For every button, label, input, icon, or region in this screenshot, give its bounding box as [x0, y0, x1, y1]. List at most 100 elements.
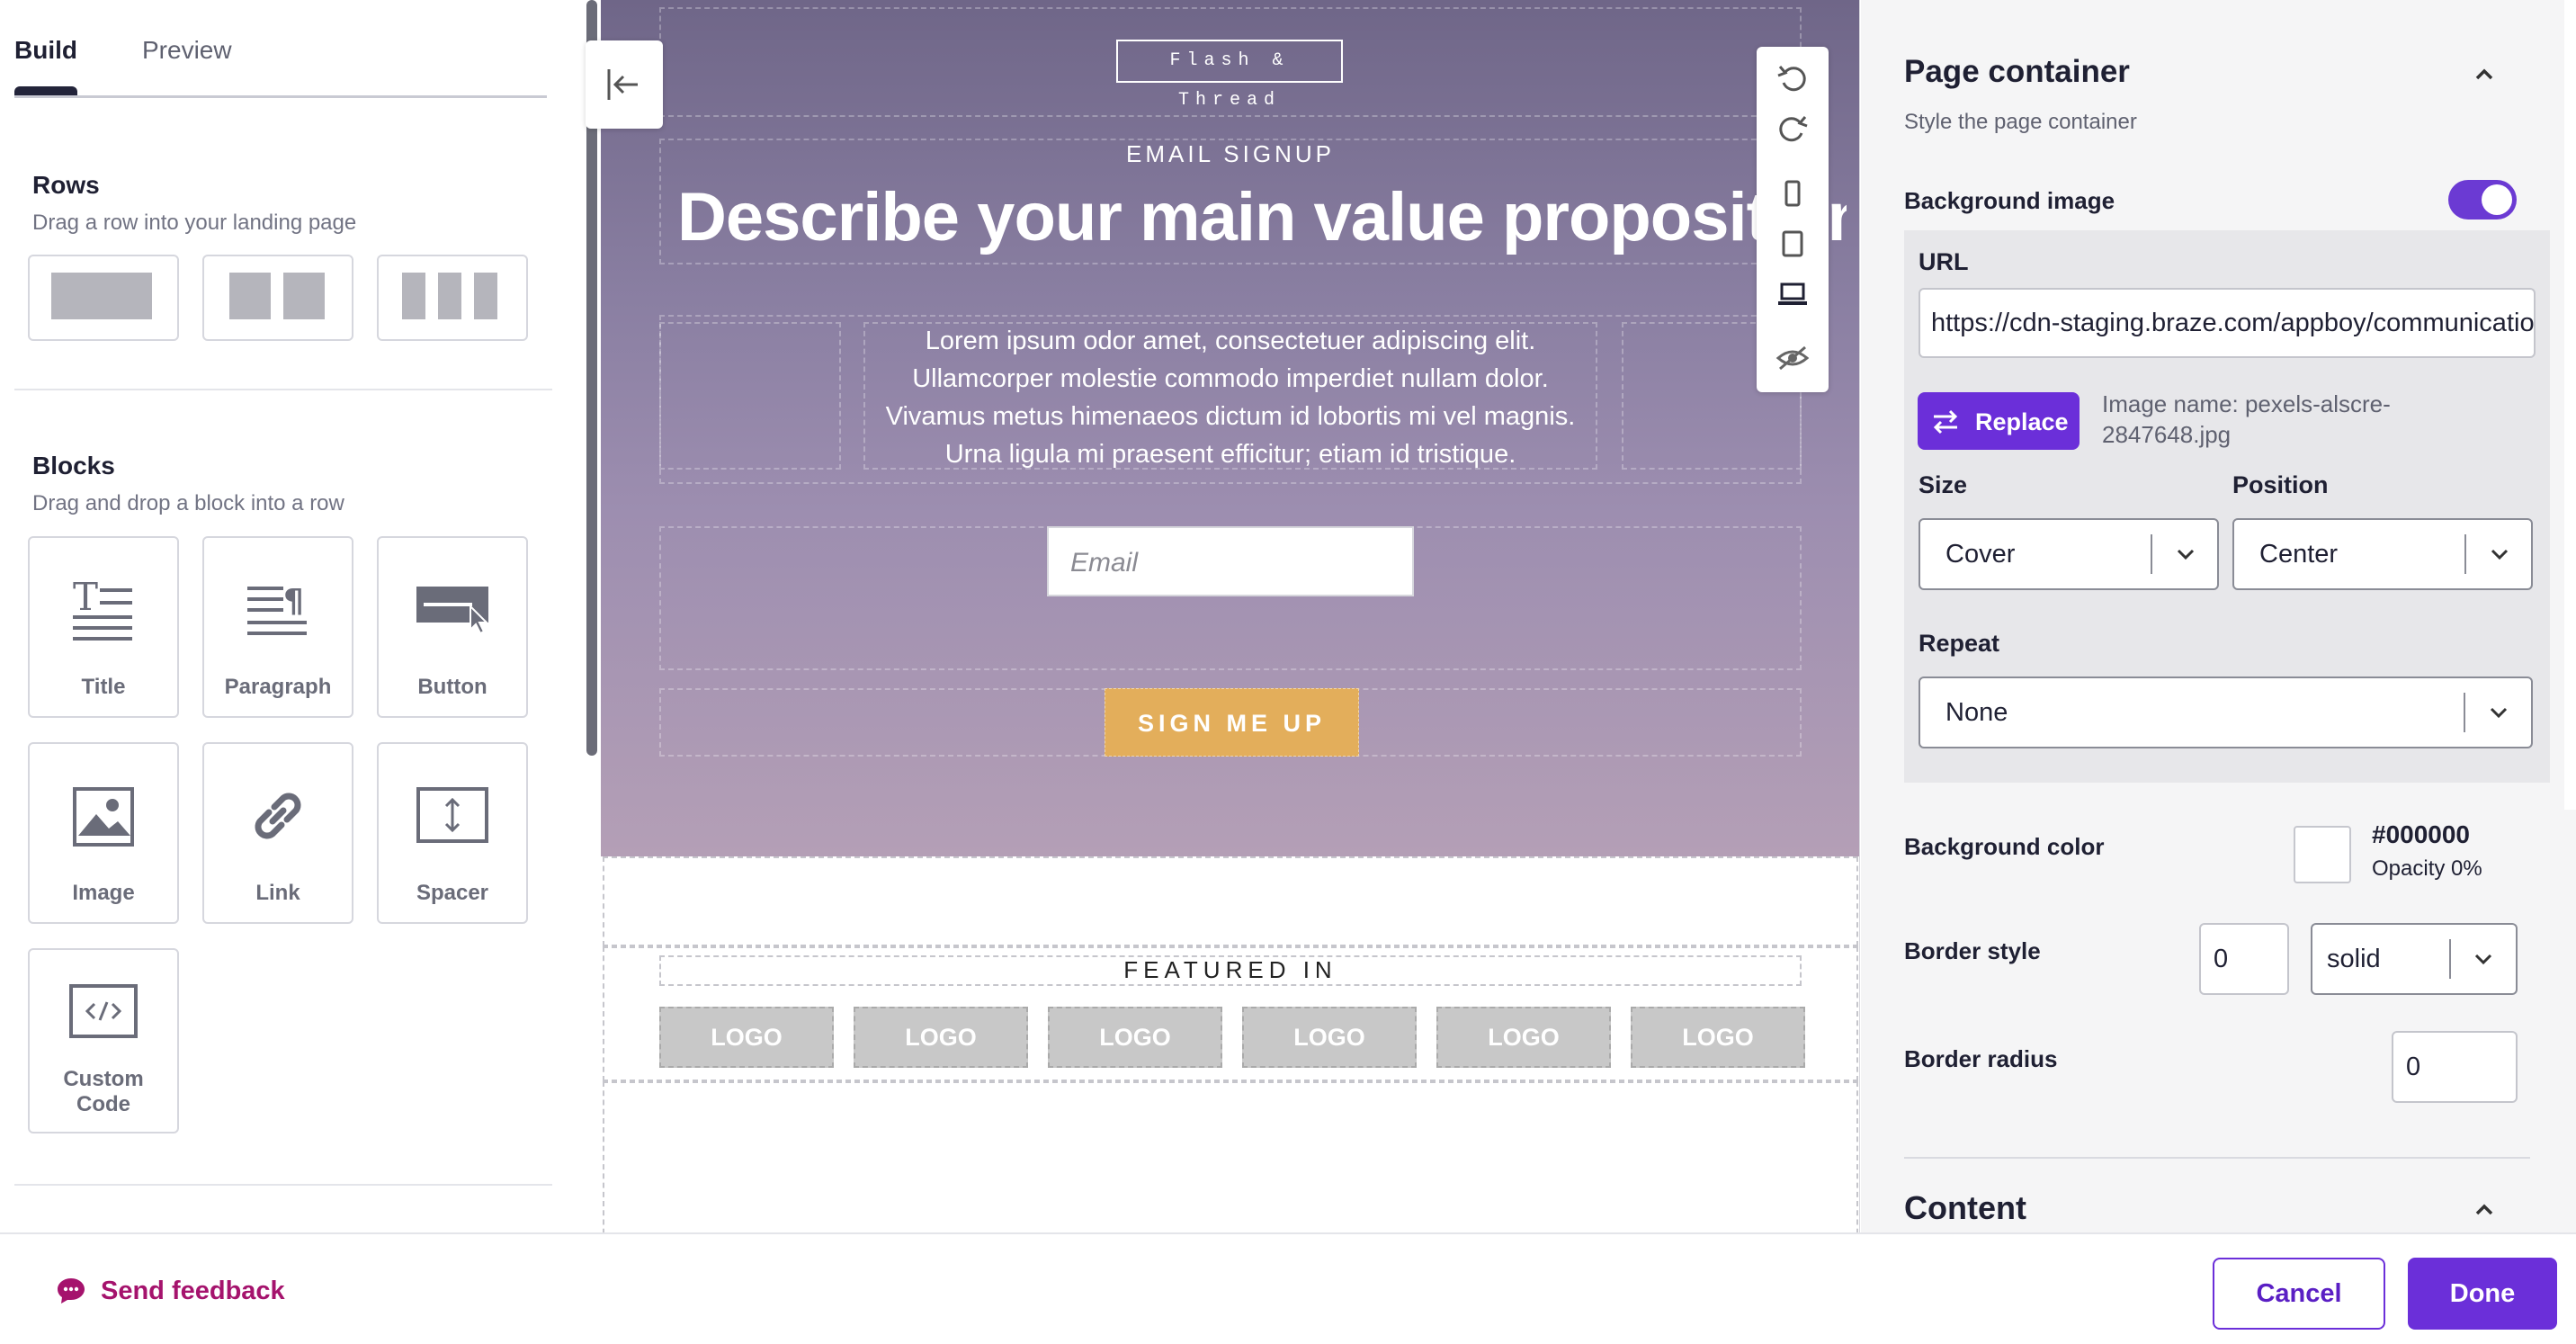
block-button[interactable]: Button [377, 536, 528, 718]
image-name: Image name: pexels-alscre-2847648.jpg [2102, 390, 2391, 448]
position-select[interactable]: Center [2232, 518, 2533, 590]
url-input[interactable]: https://cdn-staging.braze.com/appboy/com… [1919, 288, 2536, 358]
block-label: Custom Code [63, 1067, 144, 1116]
size-select[interactable]: Cover [1919, 518, 2219, 590]
repeat-value: None [1945, 697, 2008, 727]
panel-scrollbar[interactable] [2564, 0, 2576, 810]
email-placeholder: Email [1070, 548, 1139, 578]
brand-logo[interactable]: Flash & Thread [1116, 40, 1343, 111]
rows-title: Rows [32, 171, 100, 199]
block-link[interactable]: Link [202, 742, 353, 924]
title-icon: T [73, 575, 132, 641]
send-feedback-label: Send feedback [101, 1276, 285, 1305]
link-icon [255, 793, 301, 839]
border-radius-input[interactable]: 0 [2392, 1031, 2518, 1103]
send-feedback-link[interactable]: Send feedback [56, 1273, 285, 1309]
body-paragraph[interactable]: Lorem ipsum odor amet, consectetuer adip… [862, 322, 1599, 473]
logo-placeholder[interactable]: LOGO [854, 1007, 1028, 1068]
block-spacer[interactable]: Spacer [377, 742, 528, 924]
block-title[interactable]: T Title [28, 536, 179, 718]
row-two-column[interactable] [202, 255, 353, 341]
chevron-up-icon[interactable] [2469, 59, 2500, 90]
bg-color-value: #000000 [2372, 820, 2471, 848]
logo-placeholder[interactable]: LOGO [1436, 1007, 1611, 1068]
chat-bubble-icon [58, 1278, 85, 1304]
tablet-view-icon[interactable] [1771, 223, 1814, 266]
divider [14, 389, 552, 390]
blocks-title: Blocks [32, 452, 115, 479]
logo-placeholder[interactable]: LOGO [1631, 1007, 1805, 1068]
button-cursor-icon [416, 587, 488, 635]
tab-active-indicator [14, 86, 77, 95]
canvas-toolbar [1757, 47, 1829, 392]
position-label: Position [2232, 471, 2329, 498]
logo-placeholder[interactable]: LOGO [1048, 1007, 1222, 1068]
eyebrow-text[interactable]: EMAIL SIGNUP [601, 140, 1859, 168]
desktop-view-icon[interactable] [1771, 273, 1814, 317]
block-label: Title [81, 675, 126, 699]
logo-placeholder[interactable]: LOGO [1242, 1007, 1417, 1068]
mobile-view-icon[interactable] [1771, 173, 1814, 216]
tab-build[interactable]: Build [14, 36, 77, 65]
content-section-title[interactable]: Content [1904, 1189, 2026, 1227]
block-custom-code[interactable]: Custom Code [28, 948, 179, 1133]
svg-text:¶: ¶ [283, 583, 304, 620]
tab-divider [14, 95, 547, 98]
bg-image-label: Background image [1904, 187, 2115, 214]
landing-page-canvas[interactable]: Flash & Thread EMAIL SIGNUP Describe you… [601, 0, 1860, 1232]
logo-placeholder[interactable]: LOGO [659, 1007, 834, 1068]
bg-color-swatch[interactable] [2294, 826, 2351, 883]
border-style-select[interactable]: solid [2311, 923, 2518, 995]
headline[interactable]: Describe your main value proposition [677, 178, 1847, 256]
spacer-icon [416, 787, 488, 843]
select-separator [2464, 534, 2466, 574]
row-cell [283, 273, 325, 319]
block-label: Paragraph [224, 675, 332, 699]
block-image[interactable]: Image [28, 742, 179, 924]
select-separator [2464, 693, 2465, 732]
svg-text:T: T [73, 575, 98, 619]
blocks-subtitle: Drag and drop a block into a row [32, 491, 344, 515]
row-cell [438, 273, 461, 319]
border-width-value: 0 [2214, 944, 2229, 973]
left-panel: Build Preview Rows Drag a row into your … [0, 0, 585, 1232]
row-cell [402, 273, 425, 319]
hide-eye-icon[interactable] [1771, 336, 1814, 380]
sign-me-up-button[interactable]: SIGN ME UP [1105, 688, 1359, 757]
size-label: Size [1919, 471, 1968, 498]
chevron-down-icon [2154, 520, 2217, 588]
collapse-left-icon [607, 69, 638, 100]
done-button[interactable]: Done [2408, 1258, 2557, 1330]
swap-icon [1933, 409, 1958, 435]
repeat-select[interactable]: None [1919, 676, 2533, 748]
collapse-panel-button[interactable] [586, 40, 663, 129]
tab-preview[interactable]: Preview [142, 36, 232, 65]
redo-icon[interactable] [1771, 106, 1814, 149]
url-label: URL [1919, 248, 1969, 275]
border-style-label: Border style [1904, 937, 2041, 964]
cancel-button[interactable]: Cancel [2213, 1258, 2385, 1330]
paragraph-icon: ¶ [247, 583, 307, 635]
bg-color-label: Background color [1904, 833, 2105, 860]
row-cell [474, 273, 497, 319]
select-separator [2449, 939, 2451, 979]
panel-subtitle: Style the page container [1904, 110, 2137, 134]
email-input[interactable]: Email [1047, 526, 1414, 596]
hero-section[interactable]: Flash & Thread EMAIL SIGNUP Describe you… [601, 0, 1859, 856]
row-one-column[interactable] [28, 255, 179, 341]
divider [1904, 1157, 2530, 1159]
block-paragraph[interactable]: ¶ Paragraph [202, 536, 353, 718]
chevron-up-icon[interactable] [2469, 1195, 2500, 1225]
replace-label: Replace [1975, 408, 2069, 435]
rows-subtitle: Drag a row into your landing page [32, 211, 357, 235]
row-three-column[interactable] [377, 255, 528, 341]
featured-in-heading[interactable]: FEATURED IN [601, 956, 1859, 984]
undo-icon[interactable] [1771, 56, 1814, 99]
row-outline [603, 856, 1858, 946]
replace-image-button[interactable]: Replace [1918, 392, 2080, 450]
repeat-label: Repeat [1919, 630, 2000, 657]
border-style-value: solid [2327, 944, 2381, 973]
size-value: Cover [1945, 539, 2016, 569]
background-image-toggle[interactable] [2448, 180, 2517, 220]
border-width-input[interactable]: 0 [2199, 923, 2289, 995]
